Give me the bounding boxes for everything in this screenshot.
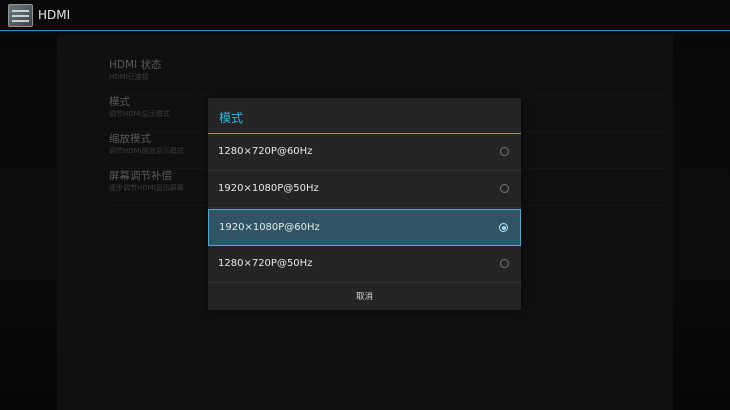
option-label: 1280×720P@60Hz [218,146,313,157]
option-1280x720p60[interactable]: 1280×720P@60Hz [208,134,521,171]
option-1920x1080p60[interactable]: 1920×1080P@60Hz [208,209,521,246]
radio-unchecked-icon[interactable] [500,259,509,268]
app-title: HDMI [38,8,71,22]
dialog-title: 模式 [219,111,244,125]
option-1280x720p50[interactable]: 1280×720P@50Hz [208,246,521,283]
dialog-title-bar: 模式 [208,98,521,134]
cancel-button[interactable]: 取消 [208,284,521,310]
radio-unchecked-icon[interactable] [500,184,509,193]
radio-checked-icon[interactable] [499,223,508,232]
mode-dialog: 模式 1280×720P@60Hz 1920×1080P@50Hz 1920×1… [208,98,521,310]
radio-unchecked-icon[interactable] [500,147,509,156]
option-label: 1920×1080P@60Hz [219,222,320,233]
option-label: 1920×1080P@50Hz [218,183,319,194]
action-bar: HDMI [0,0,730,31]
hdmi-app-icon[interactable] [8,4,33,27]
option-1920x1080p50[interactable]: 1920×1080P@50Hz [208,171,521,208]
option-label: 1280×720P@50Hz [218,258,313,269]
